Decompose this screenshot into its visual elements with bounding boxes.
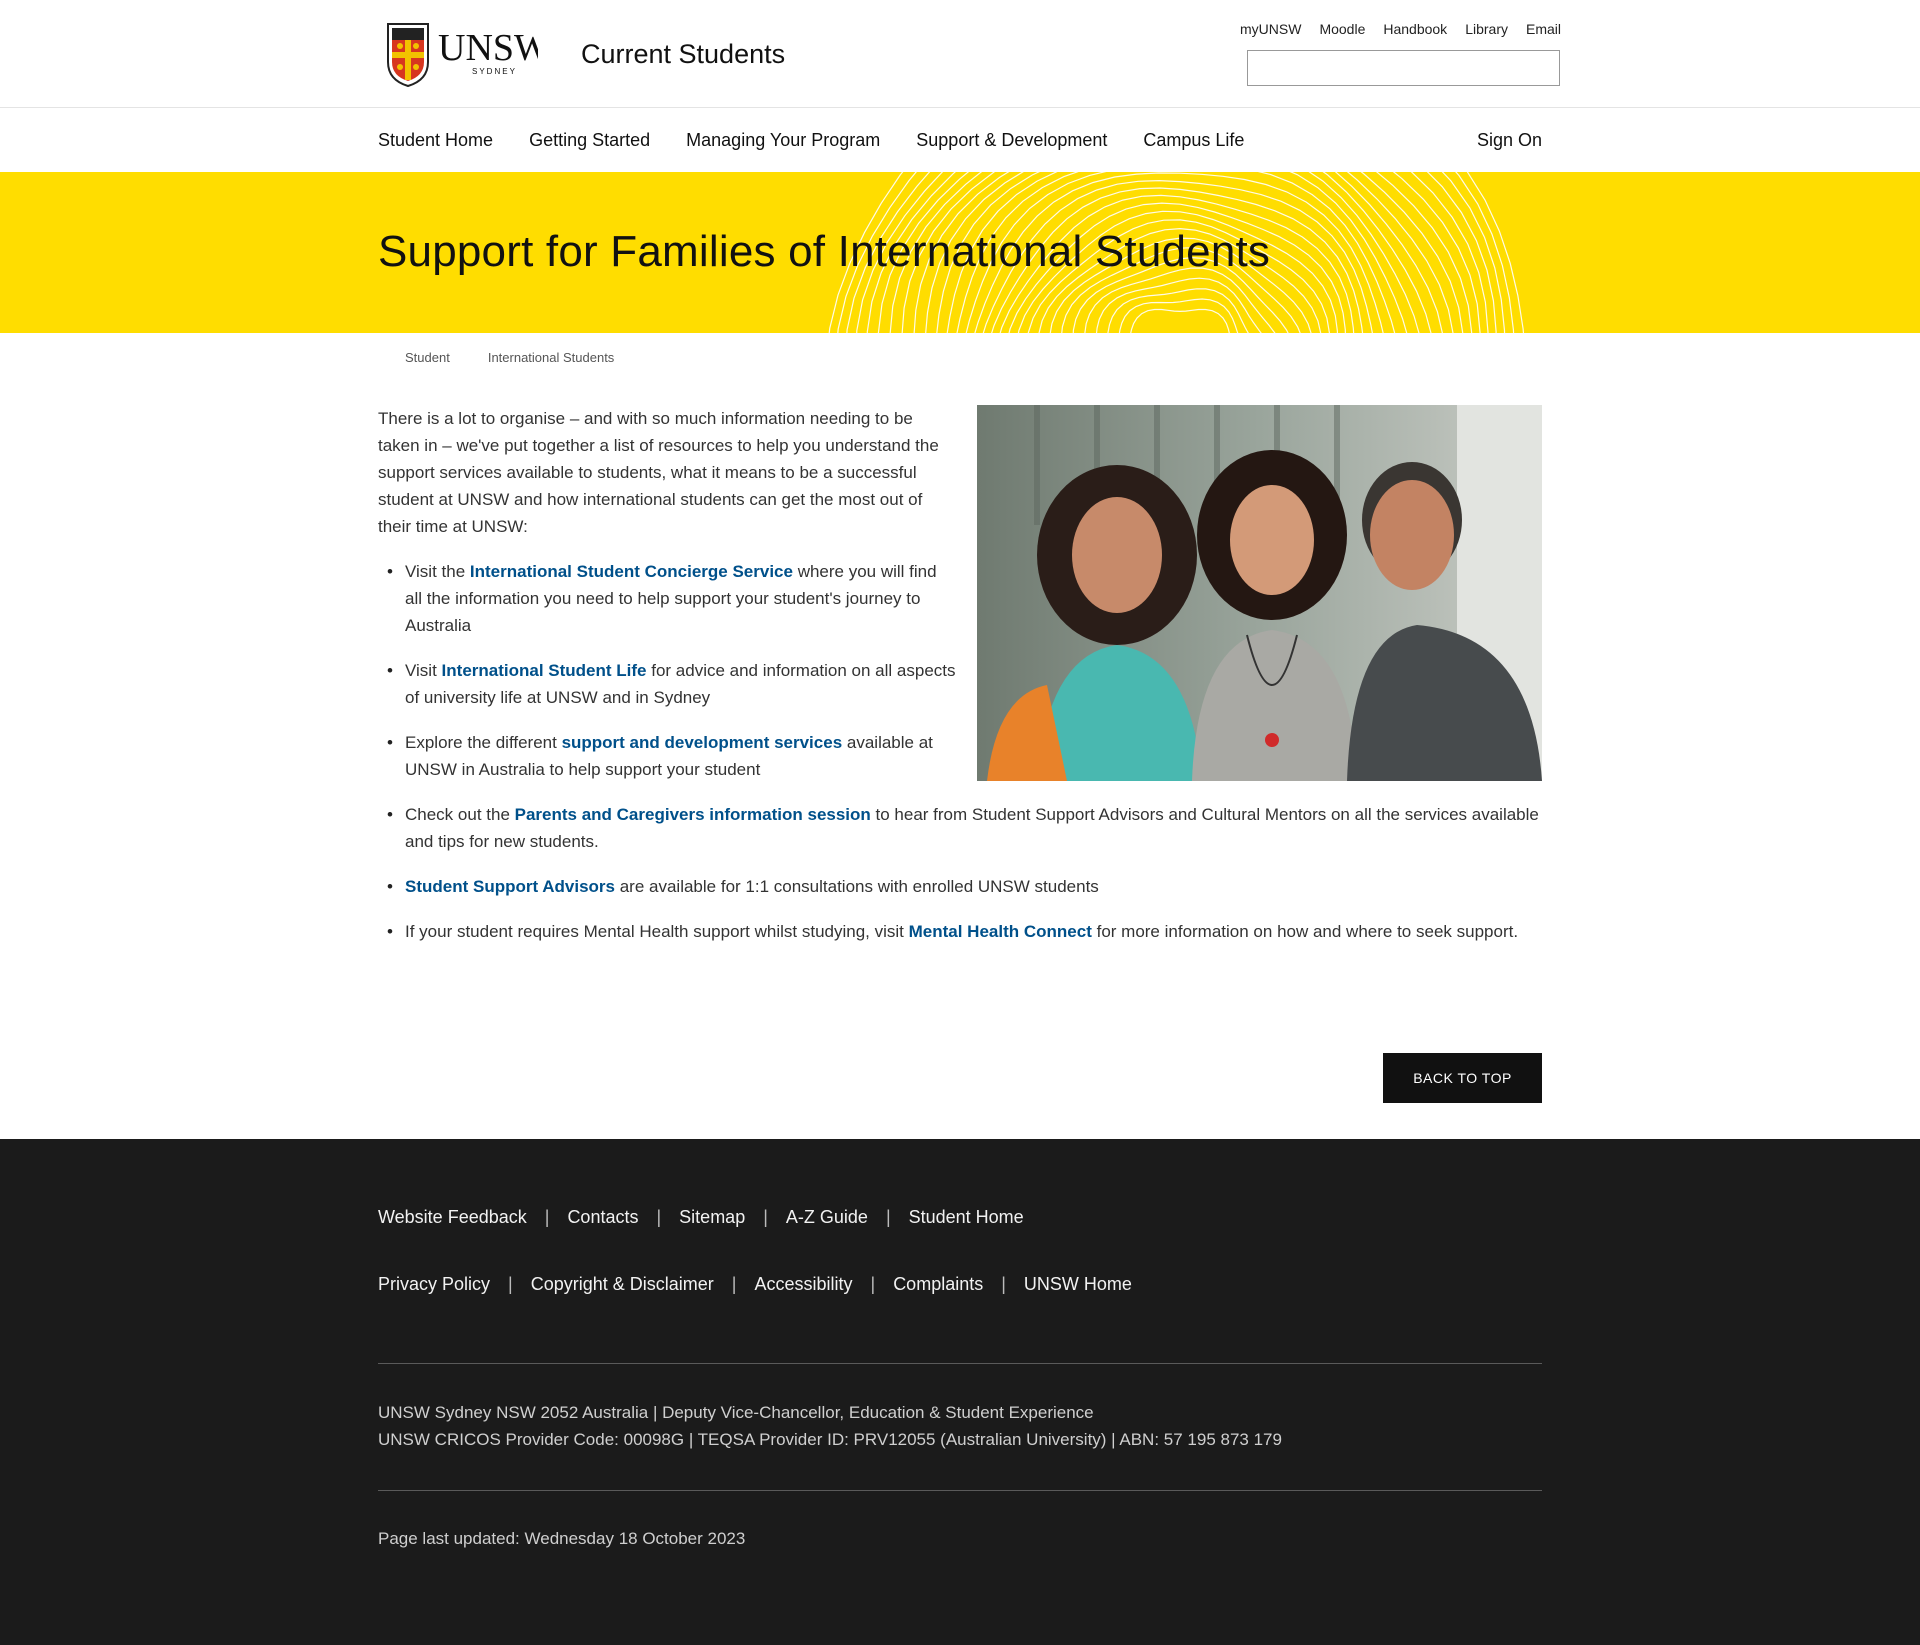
list-item: If your student requires Mental Health s… <box>378 918 1542 945</box>
page-last-updated: Page last updated: Wednesday 18 October … <box>378 1529 746 1548</box>
footer-address-line-2: UNSW CRICOS Provider Code: 00098G | TEQS… <box>378 1430 1282 1449</box>
nav-item-student-home[interactable]: Student Home <box>378 130 493 151</box>
footer-link-unsw-home[interactable]: UNSW Home <box>1024 1274 1132 1295</box>
breadcrumb-international-students[interactable]: International Students <box>488 350 614 365</box>
site-title[interactable]: Current Students <box>581 39 785 70</box>
footer-link-complaints[interactable]: Complaints <box>893 1274 983 1295</box>
page-banner: Support for Families of International St… <box>0 172 1920 333</box>
footer-links-primary: Website Feedback | Contacts | Sitemap | … <box>378 1207 1024 1228</box>
sign-on-link[interactable]: Sign On <box>1477 130 1542 151</box>
footer-address-line-1: UNSW Sydney NSW 2052 Australia | Deputy … <box>378 1403 1094 1422</box>
link-international-student-life[interactable]: International Student Life <box>442 661 647 680</box>
banner-ring <box>1130 308 1230 333</box>
separator: | <box>870 1274 876 1294</box>
separator: | <box>1001 1274 1006 1294</box>
nav-item-managing-your-program[interactable]: Managing Your Program <box>686 130 880 151</box>
utility-link-library[interactable]: Library <box>1465 21 1508 37</box>
separator: | <box>508 1274 513 1294</box>
footer-link-website-feedback[interactable]: Website Feedback <box>378 1207 527 1228</box>
footer-divider <box>378 1363 1542 1364</box>
svg-text:UNSW: UNSW <box>438 27 538 69</box>
nav-item-getting-started[interactable]: Getting Started <box>529 130 650 151</box>
page-title: Support for Families of International St… <box>378 227 1271 276</box>
footer-link-az-guide[interactable]: A-Z Guide <box>786 1207 868 1228</box>
footer-link-contacts[interactable]: Contacts <box>567 1207 638 1228</box>
link-parents-caregivers-session[interactable]: Parents and Caregivers information sessi… <box>515 805 871 824</box>
link-student-support-advisors[interactable]: Student Support Advisors <box>405 877 615 896</box>
list-item: Visit International Student Life for adv… <box>378 657 1542 711</box>
footer-divider <box>378 1490 1542 1491</box>
footer-address: UNSW Sydney NSW 2052 Australia | Deputy … <box>378 1399 1282 1453</box>
utility-link-myunsw[interactable]: myUNSW <box>1240 21 1301 37</box>
separator: | <box>731 1274 737 1294</box>
site-footer: Website Feedback | Contacts | Sitemap | … <box>0 1139 1920 1645</box>
footer-link-privacy-policy[interactable]: Privacy Policy <box>378 1274 490 1295</box>
nav-item-campus-life[interactable]: Campus Life <box>1143 130 1244 151</box>
breadcrumb-student[interactable]: Student <box>405 350 450 365</box>
separator: | <box>544 1207 550 1227</box>
link-international-student-concierge-service[interactable]: International Student Concierge Service <box>470 562 793 581</box>
footer-link-student-home[interactable]: Student Home <box>909 1207 1024 1228</box>
separator: | <box>763 1207 768 1227</box>
utility-link-handbook[interactable]: Handbook <box>1383 21 1447 37</box>
main-content: There is a lot to organise – and with so… <box>378 405 1542 963</box>
footer-link-sitemap[interactable]: Sitemap <box>679 1207 745 1228</box>
main-nav: Student Home Getting Started Managing Yo… <box>0 108 1920 172</box>
list-item: Visit the International Student Concierg… <box>378 558 1542 639</box>
search-input[interactable] <box>1247 50 1560 86</box>
footer-links-secondary: Privacy Policy | Copyright & Disclaimer … <box>378 1274 1132 1295</box>
breadcrumb: Student International Students <box>405 350 614 365</box>
back-to-top-button[interactable]: BACK TO TOP <box>1383 1053 1542 1103</box>
list-item: Explore the different support and develo… <box>378 729 1542 783</box>
footer-link-copyright-disclaimer[interactable]: Copyright & Disclaimer <box>531 1274 714 1295</box>
list-item: Check out the Parents and Caregivers inf… <box>378 801 1542 855</box>
list-item: Student Support Advisors are available f… <box>378 873 1542 900</box>
link-mental-health-connect[interactable]: Mental Health Connect <box>909 922 1092 941</box>
separator: | <box>656 1207 662 1227</box>
resource-list: Visit the International Student Concierg… <box>378 558 1542 945</box>
site-header: UNSW SYDNEY Current Students myUNSW Mood… <box>0 0 1920 108</box>
footer-link-accessibility[interactable]: Accessibility <box>754 1274 852 1295</box>
nav-item-support-development[interactable]: Support & Development <box>916 130 1107 151</box>
utility-link-moodle[interactable]: Moodle <box>1319 21 1365 37</box>
separator: | <box>885 1207 891 1227</box>
svg-text:SYDNEY: SYDNEY <box>472 67 517 76</box>
link-support-development-services[interactable]: support and development services <box>562 733 843 752</box>
utility-link-email[interactable]: Email <box>1526 21 1561 37</box>
utility-links: myUNSW Moodle Handbook Library Email <box>1240 21 1561 37</box>
unsw-logo[interactable]: UNSW SYDNEY <box>386 22 550 88</box>
